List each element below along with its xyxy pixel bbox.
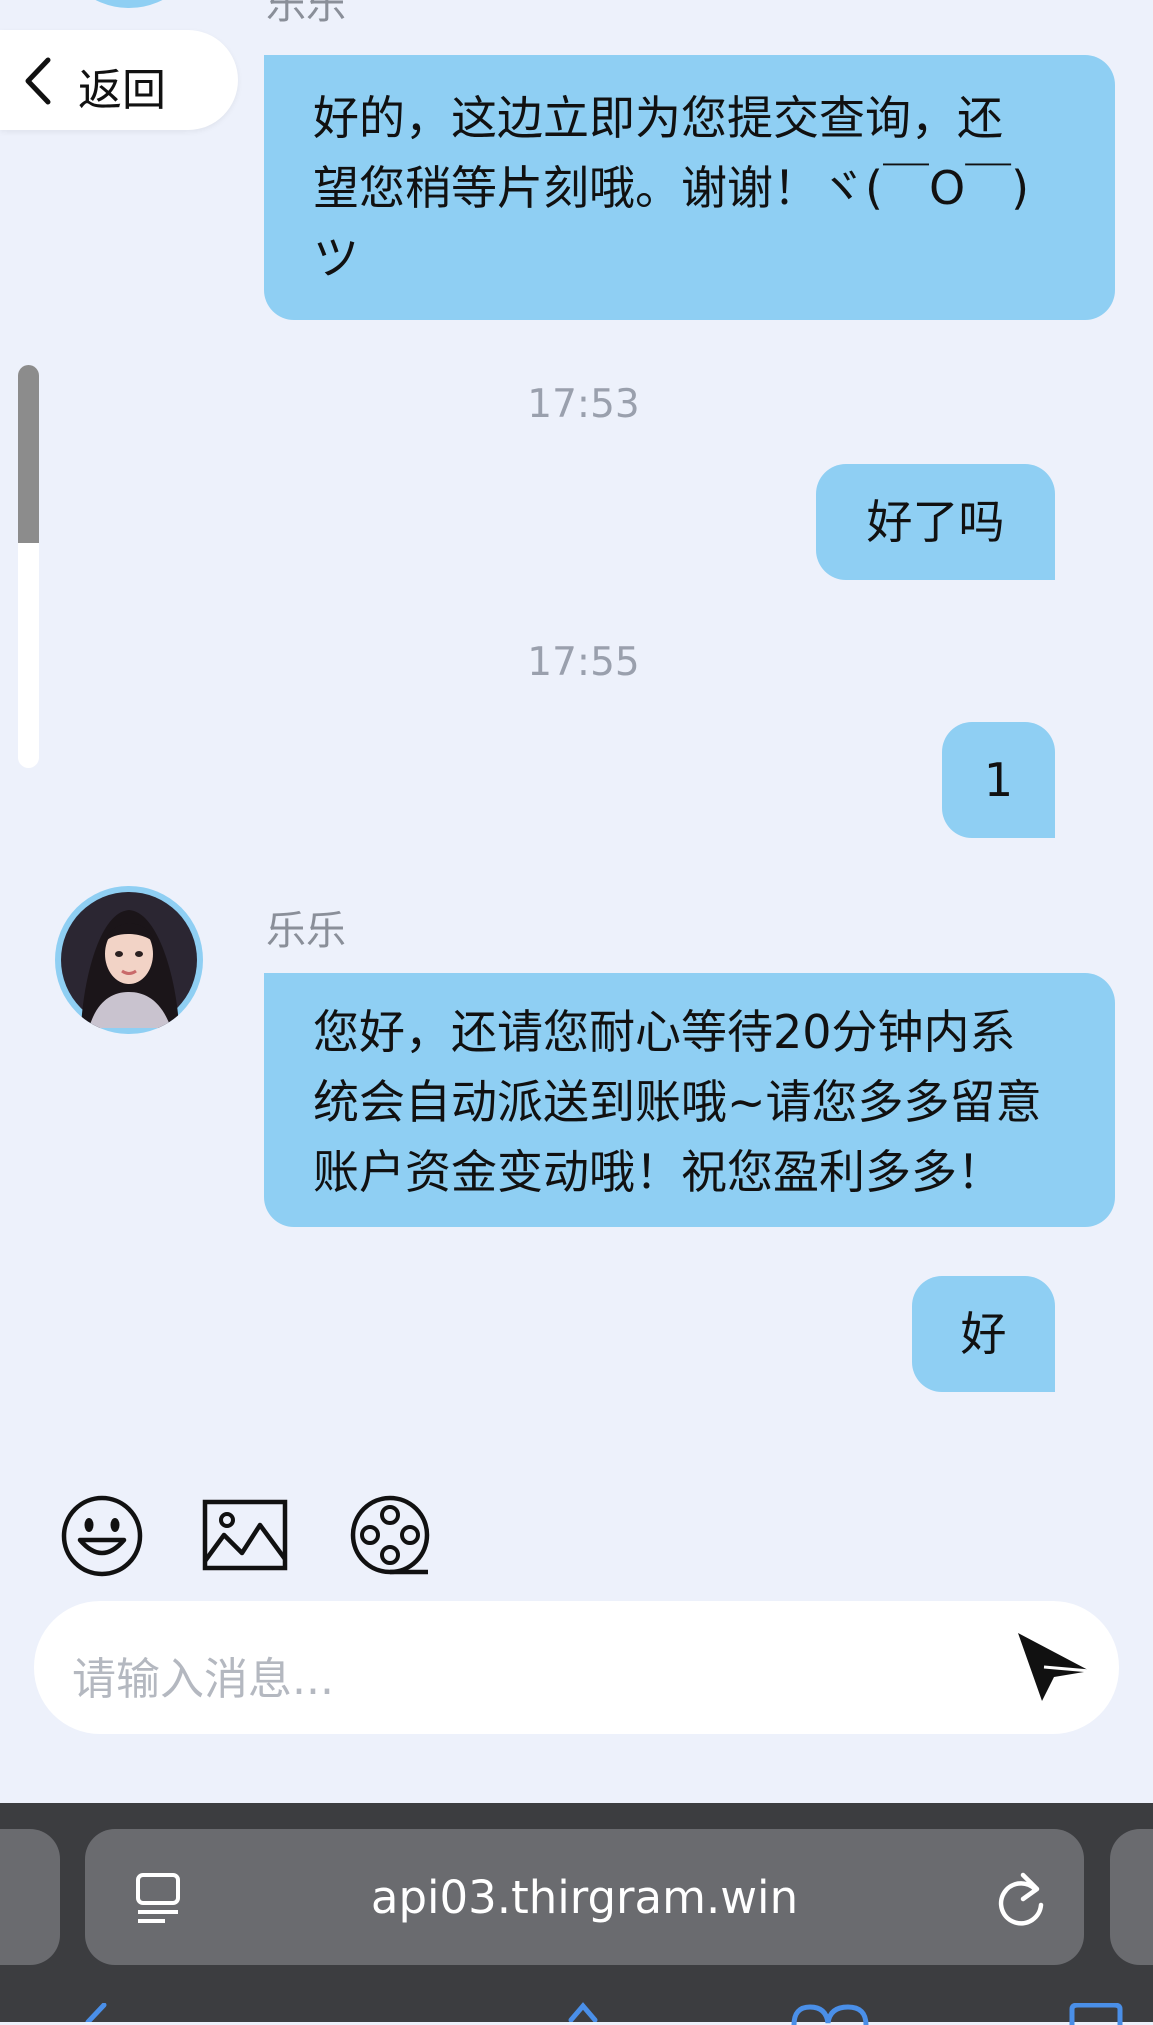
share-icon[interactable] bbox=[565, 2000, 601, 2022]
reload-icon[interactable] bbox=[995, 1869, 1047, 1927]
address-bar[interactable]: api03.thirgram.win bbox=[85, 1829, 1084, 1965]
message-bubble-incoming: 好的，这边立即为您提交查询，还 望您稍等片刻哦。谢谢！ヾ(￣O￣) ツ bbox=[264, 55, 1115, 320]
message-bubble-incoming: 您好，还请您耐心等待20分钟内系 统会自动派送到账哦~请您多多留意 账户资金变动… bbox=[264, 973, 1115, 1227]
back-label: 返回 bbox=[78, 65, 166, 116]
emoji-icon[interactable] bbox=[60, 1494, 144, 1578]
message-bubble-outgoing: 1 bbox=[942, 722, 1055, 838]
timestamp: 17:53 bbox=[527, 382, 640, 427]
message-bubble-outgoing: 好了吗 bbox=[816, 464, 1055, 580]
url-text[interactable]: api03.thirgram.win bbox=[85, 1871, 1084, 1924]
sender-name: 乐乐 bbox=[266, 908, 346, 954]
message-bubble-outgoing: 好 bbox=[912, 1276, 1055, 1392]
message-text: 1 bbox=[983, 753, 1014, 807]
browser-tab-left[interactable] bbox=[0, 1829, 60, 1965]
back-nav-icon[interactable] bbox=[78, 2003, 108, 2022]
image-icon[interactable] bbox=[202, 1499, 288, 1571]
avatar-top bbox=[55, 0, 203, 8]
avatar[interactable] bbox=[55, 886, 203, 1034]
back-button[interactable]: 返回 bbox=[0, 30, 238, 130]
message-line: 望您稍等片刻哦。谢谢！ヾ(￣O￣) bbox=[313, 161, 1030, 215]
message-line: ツ bbox=[313, 231, 359, 285]
message-line: 好的，这边立即为您提交查询，还 bbox=[313, 91, 1003, 145]
chevron-left-icon bbox=[25, 57, 51, 105]
avatar-portrait-icon bbox=[61, 892, 197, 1028]
video-icon[interactable] bbox=[348, 1493, 432, 1577]
timestamp: 17:55 bbox=[527, 640, 640, 685]
message-input[interactable]: 请输入消息... bbox=[34, 1601, 1119, 1734]
send-icon[interactable] bbox=[1014, 1627, 1094, 1707]
message-text: 好了吗 bbox=[866, 495, 1005, 549]
browser-toolbar: api03.thirgram.win bbox=[0, 1803, 1153, 2025]
sender-name-top: 乐乐 bbox=[266, 0, 346, 28]
message-line: 您好，还请您耐心等待20分钟内系 bbox=[313, 1005, 1016, 1059]
message-text: 好 bbox=[960, 1307, 1007, 1361]
input-placeholder: 请输入消息... bbox=[72, 1654, 334, 1705]
message-line: 统会自动派送到账哦~请您多多留意 bbox=[313, 1075, 1042, 1129]
browser-tab-right[interactable] bbox=[1110, 1829, 1153, 1965]
message-line: 账户资金变动哦！祝您盈利多多！ bbox=[313, 1145, 1003, 1199]
